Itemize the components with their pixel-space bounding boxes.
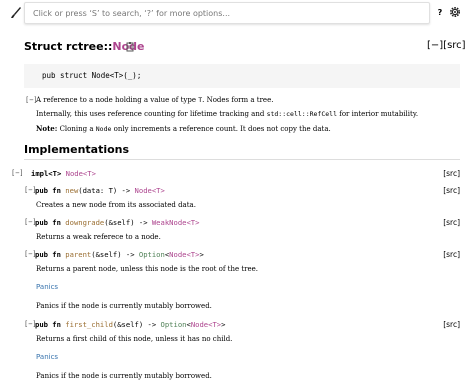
panics-doc: Panics if the node is currently mutably … <box>36 372 212 380</box>
panics-heading[interactable]: Panics <box>36 353 58 361</box>
method-signature-first-child: pub fn first_child(&self) -> Option<Node… <box>35 320 226 329</box>
method-src-link[interactable]: [src] <box>443 250 460 259</box>
impl-signature: impl<T> Node<T> <box>31 169 96 178</box>
method-doc: Returns a parent node, unless this node … <box>36 265 258 273</box>
method-doc: Creates a new node from its associated d… <box>36 201 196 209</box>
method-signature-downgrade: pub fn downgrade(&self) -> WeakNode<T> <box>35 218 200 227</box>
doc-line: A reference to a node holding a value of… <box>36 96 274 104</box>
collapse-src-link[interactable]: [−][src] <box>427 40 466 51</box>
struct-declaration: pub struct Node<T>(_); <box>24 64 460 88</box>
impl-toggle[interactable]: [−] <box>11 169 24 177</box>
brush-icon[interactable] <box>10 6 22 20</box>
panics-heading[interactable]: Panics <box>36 283 58 291</box>
method-src-link[interactable]: [src] <box>443 186 460 195</box>
method-signature-new: pub fn new(data: T) -> Node<T> <box>35 186 165 195</box>
method-src-link[interactable]: [src] <box>443 320 460 329</box>
doc-line: Internally, this uses reference counting… <box>36 110 419 118</box>
panics-doc: Panics if the node is currently mutably … <box>36 302 212 310</box>
divider <box>24 159 460 160</box>
help-button[interactable]: ? <box>434 4 446 22</box>
method-doc: Returns a weak referece to a node. <box>36 233 161 241</box>
title-prefix: Struct rctree:: <box>24 40 113 53</box>
copy-path-icon[interactable] <box>126 41 136 53</box>
search-input[interactable]: Click or press ‘S’ to search, ‘?’ for mo… <box>24 2 430 24</box>
implementations-heading: Implementations <box>24 143 130 156</box>
doc-note: Note: Cloning a Node only increments a r… <box>36 124 331 133</box>
impl-src-link[interactable]: [src] <box>443 169 460 178</box>
method-src-link[interactable]: [src] <box>443 218 460 227</box>
gear-icon[interactable] <box>449 6 461 18</box>
method-doc: Returns a first child of this node, unle… <box>36 335 233 343</box>
method-signature-parent: pub fn parent(&self) -> Option<Node<T>> <box>35 250 204 259</box>
